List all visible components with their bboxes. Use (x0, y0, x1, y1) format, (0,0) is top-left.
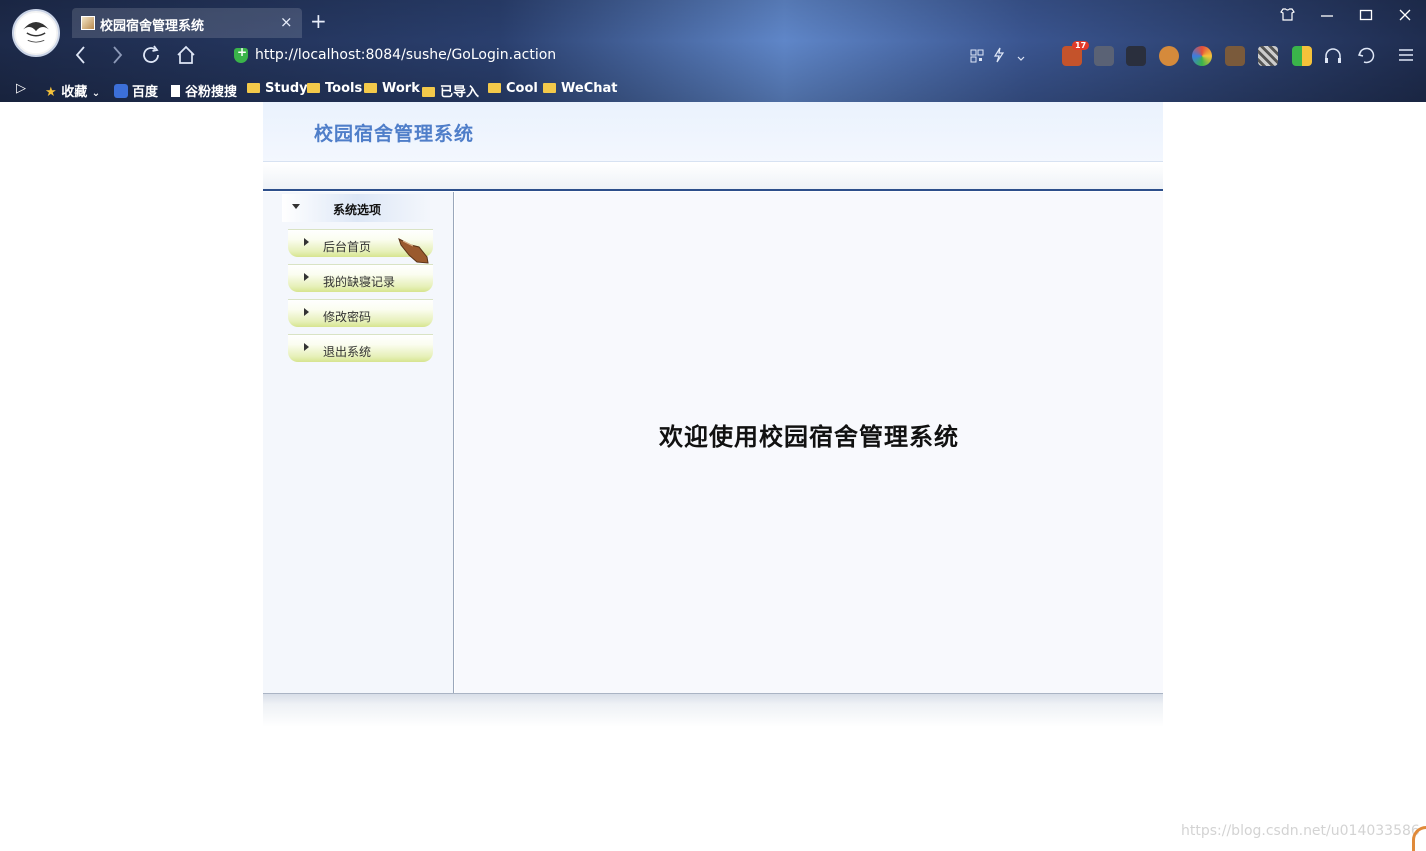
sidebar-heading[interactable]: 系统选项 (282, 194, 432, 222)
app-footer (263, 693, 1163, 727)
browser-tab[interactable]: 校园宿舍管理系统 × (72, 8, 302, 38)
bookmark-gufen[interactable]: 谷粉搜搜 (171, 81, 237, 100)
tab-favicon-icon (81, 16, 95, 30)
watermark-text: https://blog.csdn.net/u014033586 (1181, 823, 1420, 839)
extension-badge-icon[interactable]: 17 (1062, 41, 1090, 66)
home-icon[interactable] (175, 44, 197, 71)
address-bar[interactable]: http://localhost:8084/sushe/GoLogin.acti… (255, 47, 556, 63)
caret-down-icon (292, 204, 300, 209)
sidebar-item-label: 我的缺寝记录 (323, 275, 396, 289)
back-icon[interactable] (74, 44, 88, 71)
caret-right-icon (304, 343, 309, 351)
extension-tiger-icon[interactable] (1159, 46, 1179, 66)
lightning-icon[interactable] (992, 47, 1012, 67)
hand-cursor-icon (398, 238, 429, 264)
caret-right-icon (304, 308, 309, 316)
qr-code-icon[interactable] (970, 48, 990, 68)
bookmark-cool[interactable]: Cool (488, 81, 538, 96)
minimize-icon[interactable] (1320, 8, 1334, 26)
user-avatar[interactable] (12, 9, 60, 57)
maximize-icon[interactable] (1359, 8, 1373, 26)
secure-shield-icon (234, 45, 248, 63)
folder-icon (364, 83, 377, 93)
extension-brown-icon[interactable] (1225, 46, 1245, 66)
extension-chrome-icon[interactable] (1192, 46, 1212, 66)
folder-icon (247, 83, 260, 93)
bookmark-work[interactable]: Work (364, 81, 420, 96)
bookmark-tools[interactable]: Tools (307, 81, 362, 96)
bookmarks-toggle-icon[interactable]: ▷ (16, 81, 26, 96)
header-band (263, 163, 1163, 191)
caret-right-icon (304, 238, 309, 246)
menu-icon[interactable] (1398, 46, 1418, 66)
sidebar: 系统选项 后台首页 我的缺寝记录 修改密码 退出系统 (263, 192, 454, 693)
bookmark-study[interactable]: Study (247, 81, 308, 96)
page-icon (171, 85, 180, 97)
app-page: 校园宿舍管理系统 系统选项 后台首页 我的缺寝记录 修改密码 退出系统 欢迎使用… (263, 102, 1163, 727)
caret-right-icon (304, 273, 309, 281)
baidu-icon (114, 84, 128, 98)
new-tab-button[interactable]: + (310, 9, 327, 33)
reload-icon[interactable] (140, 44, 162, 71)
skin-icon[interactable] (1280, 7, 1295, 26)
sidebar-heading-label: 系统选项 (333, 203, 382, 217)
forward-icon[interactable] (110, 44, 124, 71)
app-title: 校园宿舍管理系统 (314, 123, 475, 145)
bookmarks-bar: ▷ ★ 收藏 ⌄ 百度 谷粉搜搜 Study Tools Work 已导入 Co… (0, 75, 1426, 102)
folder-icon (307, 83, 320, 93)
bookmark-favorites[interactable]: ★ 收藏 ⌄ (45, 81, 100, 100)
sidebar-item-label: 后台首页 (323, 240, 372, 254)
folder-icon (422, 87, 435, 97)
sidebar-item-label: 修改密码 (323, 310, 372, 324)
extension-grid-icon[interactable] (1292, 46, 1312, 66)
star-icon: ★ (45, 85, 57, 100)
headphones-icon[interactable] (1323, 46, 1343, 66)
app-header: 校园宿舍管理系统 (263, 102, 1163, 162)
sidebar-item-label: 退出系统 (323, 345, 372, 359)
close-tab-icon[interactable]: × (280, 13, 293, 31)
sidebar-item-logout[interactable]: 退出系统 (288, 334, 433, 362)
tab-title: 校园宿舍管理系统 (100, 19, 205, 34)
bookmark-wechat[interactable]: WeChat (543, 81, 617, 96)
chevron-down-icon: ⌄ (91, 88, 101, 99)
extension-gray-icon[interactable] (1094, 46, 1114, 66)
sidebar-item-change-password[interactable]: 修改密码 (288, 299, 433, 327)
main-content: 欢迎使用校园宿舍管理系统 (455, 192, 1163, 693)
extension-dark-icon[interactable] (1126, 46, 1146, 66)
sidebar-item-absence-records[interactable]: 我的缺寝记录 (288, 264, 433, 292)
bookmark-baidu[interactable]: 百度 (114, 81, 158, 100)
chevron-down-icon[interactable] (1016, 49, 1036, 69)
extension-pattern-icon[interactable] (1258, 46, 1278, 66)
bookmark-imported[interactable]: 已导入 (422, 81, 479, 100)
undo-icon[interactable] (1356, 46, 1376, 66)
folder-icon (488, 83, 501, 93)
folder-icon (543, 83, 556, 93)
welcome-message: 欢迎使用校园宿舍管理系统 (659, 422, 959, 451)
close-window-icon[interactable] (1398, 8, 1412, 26)
